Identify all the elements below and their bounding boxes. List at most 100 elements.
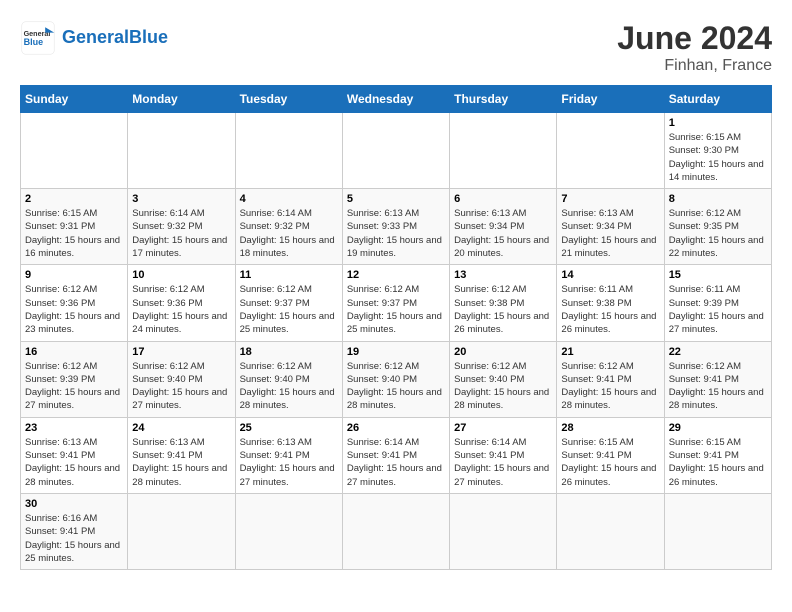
day-info: Sunrise: 6:12 AM Sunset: 9:40 PM Dayligh…	[454, 360, 552, 413]
calendar-cell	[128, 493, 235, 569]
day-number: 24	[132, 422, 230, 434]
day-number: 8	[669, 193, 767, 205]
day-number: 17	[132, 346, 230, 358]
calendar-cell: 21 Sunrise: 6:12 AM Sunset: 9:41 PM Dayl…	[557, 341, 664, 417]
calendar-cell: 24 Sunrise: 6:13 AM Sunset: 9:41 PM Dayl…	[128, 417, 235, 493]
calendar-cell: 13 Sunrise: 6:12 AM Sunset: 9:38 PM Dayl…	[450, 265, 557, 341]
day-info: Sunrise: 6:12 AM Sunset: 9:37 PM Dayligh…	[240, 283, 338, 336]
weekday-header-wednesday: Wednesday	[342, 86, 449, 113]
day-number: 13	[454, 269, 552, 281]
weekday-header-tuesday: Tuesday	[235, 86, 342, 113]
weekday-header-row: SundayMondayTuesdayWednesdayThursdayFrid…	[21, 86, 772, 113]
weekday-header-friday: Friday	[557, 86, 664, 113]
day-number: 4	[240, 193, 338, 205]
month-title: June 2024	[617, 20, 772, 57]
day-info: Sunrise: 6:13 AM Sunset: 9:33 PM Dayligh…	[347, 207, 445, 260]
calendar-cell: 29 Sunrise: 6:15 AM Sunset: 9:41 PM Dayl…	[664, 417, 771, 493]
day-number: 29	[669, 422, 767, 434]
day-info: Sunrise: 6:12 AM Sunset: 9:39 PM Dayligh…	[25, 360, 123, 413]
week-row-3: 9 Sunrise: 6:12 AM Sunset: 9:36 PM Dayli…	[21, 265, 772, 341]
calendar-cell	[342, 113, 449, 189]
calendar-cell	[235, 113, 342, 189]
day-info: Sunrise: 6:12 AM Sunset: 9:40 PM Dayligh…	[132, 360, 230, 413]
calendar-cell: 30 Sunrise: 6:16 AM Sunset: 9:41 PM Dayl…	[21, 493, 128, 569]
day-number: 12	[347, 269, 445, 281]
weekday-header-monday: Monday	[128, 86, 235, 113]
day-info: Sunrise: 6:13 AM Sunset: 9:34 PM Dayligh…	[454, 207, 552, 260]
day-number: 25	[240, 422, 338, 434]
week-row-2: 2 Sunrise: 6:15 AM Sunset: 9:31 PM Dayli…	[21, 189, 772, 265]
day-info: Sunrise: 6:13 AM Sunset: 9:41 PM Dayligh…	[240, 436, 338, 489]
title-block: June 2024 Finhan, France	[617, 20, 772, 75]
day-number: 23	[25, 422, 123, 434]
day-number: 7	[561, 193, 659, 205]
day-info: Sunrise: 6:12 AM Sunset: 9:38 PM Dayligh…	[454, 283, 552, 336]
day-info: Sunrise: 6:13 AM Sunset: 9:41 PM Dayligh…	[132, 436, 230, 489]
calendar-cell: 14 Sunrise: 6:11 AM Sunset: 9:38 PM Dayl…	[557, 265, 664, 341]
day-number: 2	[25, 193, 123, 205]
calendar-table: SundayMondayTuesdayWednesdayThursdayFrid…	[20, 85, 772, 570]
calendar-cell	[235, 493, 342, 569]
day-info: Sunrise: 6:12 AM Sunset: 9:40 PM Dayligh…	[240, 360, 338, 413]
calendar-cell: 2 Sunrise: 6:15 AM Sunset: 9:31 PM Dayli…	[21, 189, 128, 265]
calendar-cell: 4 Sunrise: 6:14 AM Sunset: 9:32 PM Dayli…	[235, 189, 342, 265]
day-info: Sunrise: 6:12 AM Sunset: 9:35 PM Dayligh…	[669, 207, 767, 260]
calendar-cell: 8 Sunrise: 6:12 AM Sunset: 9:35 PM Dayli…	[664, 189, 771, 265]
calendar-cell: 15 Sunrise: 6:11 AM Sunset: 9:39 PM Dayl…	[664, 265, 771, 341]
day-number: 20	[454, 346, 552, 358]
calendar-cell: 7 Sunrise: 6:13 AM Sunset: 9:34 PM Dayli…	[557, 189, 664, 265]
calendar-cell	[342, 493, 449, 569]
day-number: 26	[347, 422, 445, 434]
day-number: 30	[25, 498, 123, 510]
day-number: 15	[669, 269, 767, 281]
day-info: Sunrise: 6:16 AM Sunset: 9:41 PM Dayligh…	[25, 512, 123, 565]
weekday-header-saturday: Saturday	[664, 86, 771, 113]
day-number: 19	[347, 346, 445, 358]
day-info: Sunrise: 6:12 AM Sunset: 9:41 PM Dayligh…	[561, 360, 659, 413]
day-number: 10	[132, 269, 230, 281]
svg-text:Blue: Blue	[24, 37, 44, 47]
calendar-cell	[450, 493, 557, 569]
calendar-cell: 17 Sunrise: 6:12 AM Sunset: 9:40 PM Dayl…	[128, 341, 235, 417]
calendar-cell: 11 Sunrise: 6:12 AM Sunset: 9:37 PM Dayl…	[235, 265, 342, 341]
day-number: 6	[454, 193, 552, 205]
day-info: Sunrise: 6:13 AM Sunset: 9:34 PM Dayligh…	[561, 207, 659, 260]
week-row-6: 30 Sunrise: 6:16 AM Sunset: 9:41 PM Dayl…	[21, 493, 772, 569]
week-row-1: 1 Sunrise: 6:15 AM Sunset: 9:30 PM Dayli…	[21, 113, 772, 189]
page-header: General Blue GeneralBlue June 2024 Finha…	[20, 20, 772, 75]
day-info: Sunrise: 6:15 AM Sunset: 9:31 PM Dayligh…	[25, 207, 123, 260]
day-number: 27	[454, 422, 552, 434]
calendar-cell: 5 Sunrise: 6:13 AM Sunset: 9:33 PM Dayli…	[342, 189, 449, 265]
calendar-cell: 9 Sunrise: 6:12 AM Sunset: 9:36 PM Dayli…	[21, 265, 128, 341]
day-info: Sunrise: 6:13 AM Sunset: 9:41 PM Dayligh…	[25, 436, 123, 489]
day-number: 3	[132, 193, 230, 205]
day-info: Sunrise: 6:14 AM Sunset: 9:32 PM Dayligh…	[240, 207, 338, 260]
day-info: Sunrise: 6:14 AM Sunset: 9:41 PM Dayligh…	[347, 436, 445, 489]
day-number: 16	[25, 346, 123, 358]
day-info: Sunrise: 6:12 AM Sunset: 9:36 PM Dayligh…	[25, 283, 123, 336]
day-number: 18	[240, 346, 338, 358]
location: Finhan, France	[617, 57, 772, 75]
calendar-cell: 22 Sunrise: 6:12 AM Sunset: 9:41 PM Dayl…	[664, 341, 771, 417]
day-number: 21	[561, 346, 659, 358]
weekday-header-sunday: Sunday	[21, 86, 128, 113]
calendar-cell: 18 Sunrise: 6:12 AM Sunset: 9:40 PM Dayl…	[235, 341, 342, 417]
day-info: Sunrise: 6:12 AM Sunset: 9:36 PM Dayligh…	[132, 283, 230, 336]
week-row-4: 16 Sunrise: 6:12 AM Sunset: 9:39 PM Dayl…	[21, 341, 772, 417]
calendar-header: SundayMondayTuesdayWednesdayThursdayFrid…	[21, 86, 772, 113]
calendar-cell: 3 Sunrise: 6:14 AM Sunset: 9:32 PM Dayli…	[128, 189, 235, 265]
day-number: 22	[669, 346, 767, 358]
day-number: 28	[561, 422, 659, 434]
day-number: 14	[561, 269, 659, 281]
day-info: Sunrise: 6:11 AM Sunset: 9:39 PM Dayligh…	[669, 283, 767, 336]
calendar-cell	[664, 493, 771, 569]
logo-text: GeneralBlue	[62, 28, 168, 48]
calendar-cell: 20 Sunrise: 6:12 AM Sunset: 9:40 PM Dayl…	[450, 341, 557, 417]
calendar-cell	[21, 113, 128, 189]
day-info: Sunrise: 6:14 AM Sunset: 9:41 PM Dayligh…	[454, 436, 552, 489]
calendar-cell: 10 Sunrise: 6:12 AM Sunset: 9:36 PM Dayl…	[128, 265, 235, 341]
calendar-cell: 6 Sunrise: 6:13 AM Sunset: 9:34 PM Dayli…	[450, 189, 557, 265]
week-row-5: 23 Sunrise: 6:13 AM Sunset: 9:41 PM Dayl…	[21, 417, 772, 493]
day-info: Sunrise: 6:15 AM Sunset: 9:41 PM Dayligh…	[669, 436, 767, 489]
day-info: Sunrise: 6:15 AM Sunset: 9:30 PM Dayligh…	[669, 131, 767, 184]
